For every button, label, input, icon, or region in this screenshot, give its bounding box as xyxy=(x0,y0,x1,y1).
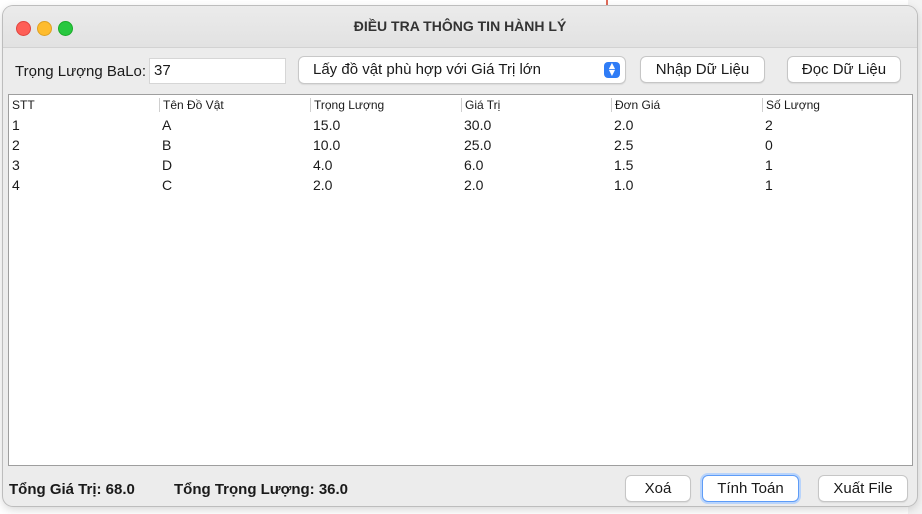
column-header-weight[interactable]: Trọng Lượng xyxy=(310,98,459,112)
strategy-select[interactable]: Lấy đồ vật phù hợp với Giá Trị lớn ▲ ▼ xyxy=(298,56,626,84)
column-header-value[interactable]: Giá Trị xyxy=(461,98,610,112)
cell-unit-price: 1.0 xyxy=(614,177,634,193)
backpack-weight-input[interactable]: 37 xyxy=(149,58,286,84)
column-header-unit-price[interactable]: Đơn Giá xyxy=(611,98,760,112)
column-header-stt[interactable]: STT xyxy=(9,98,157,112)
delete-button[interactable]: Xoá xyxy=(625,475,691,502)
strategy-select-value: Lấy đồ vật phù hợp với Giá Trị lớn xyxy=(313,61,541,78)
column-header-quantity[interactable]: Số Lượng xyxy=(762,98,911,112)
cell-unit-price: 2.0 xyxy=(614,117,634,133)
cell-quantity: 1 xyxy=(765,157,773,173)
export-file-button[interactable]: Xuất File xyxy=(818,475,908,502)
title-bar: ĐIỀU TRA THÔNG TIN HÀNH LÝ xyxy=(3,6,917,48)
table-row[interactable]: 1 A 15.0 30.0 2.0 2 xyxy=(9,117,912,137)
compute-button[interactable]: Tính Toán xyxy=(702,475,799,502)
cell-stt: 4 xyxy=(12,177,20,193)
table-row[interactable]: 2 B 10.0 25.0 2.5 0 xyxy=(9,137,912,157)
read-data-button[interactable]: Đọc Dữ Liệu xyxy=(787,56,901,83)
cell-item-name: A xyxy=(162,117,172,133)
backpack-weight-label: Trọng Lượng BaLo: xyxy=(15,63,147,80)
cell-unit-price: 1.5 xyxy=(614,157,634,173)
cell-value: 6.0 xyxy=(464,157,484,173)
cell-stt: 3 xyxy=(12,157,20,173)
table-row[interactable]: 4 C 2.0 2.0 1.0 1 xyxy=(9,177,912,197)
import-data-button[interactable]: Nhập Dữ Liệu xyxy=(640,56,765,83)
cell-value: 25.0 xyxy=(464,137,492,153)
cell-item-name: C xyxy=(162,177,173,193)
cell-item-name: D xyxy=(162,157,173,173)
cell-quantity: 2 xyxy=(765,117,773,133)
table-header: STT Tên Đồ Vật Trọng Lượng Giá Trị Đơn G… xyxy=(9,95,912,113)
window-title: ĐIỀU TRA THÔNG TIN HÀNH LÝ xyxy=(353,18,567,34)
cell-weight: 4.0 xyxy=(313,157,333,173)
app-window: ĐIỀU TRA THÔNG TIN HÀNH LÝ Trọng Lượng B… xyxy=(3,6,917,506)
cell-stt: 2 xyxy=(12,137,20,153)
cell-value: 30.0 xyxy=(464,117,492,133)
column-header-item-name[interactable]: Tên Đồ Vật xyxy=(159,98,308,112)
cell-weight: 10.0 xyxy=(313,137,341,153)
cell-quantity: 1 xyxy=(765,177,773,193)
items-table: STT Tên Đồ Vật Trọng Lượng Giá Trị Đơn G… xyxy=(8,94,913,466)
cell-value: 2.0 xyxy=(464,177,484,193)
cell-stt: 1 xyxy=(12,117,20,133)
cell-weight: 15.0 xyxy=(313,117,341,133)
cell-weight: 2.0 xyxy=(313,177,333,193)
up-down-chevron-icon: ▲ ▼ xyxy=(604,62,620,78)
total-value-label: Tổng Giá Trị: 68.0 xyxy=(9,481,135,498)
cell-unit-price: 2.5 xyxy=(614,137,634,153)
total-weight-label: Tổng Trọng Lượng: 36.0 xyxy=(174,481,349,498)
table-row[interactable]: 3 D 4.0 6.0 1.5 1 xyxy=(9,157,912,177)
cell-quantity: 0 xyxy=(765,137,773,153)
cell-item-name: B xyxy=(162,137,172,153)
